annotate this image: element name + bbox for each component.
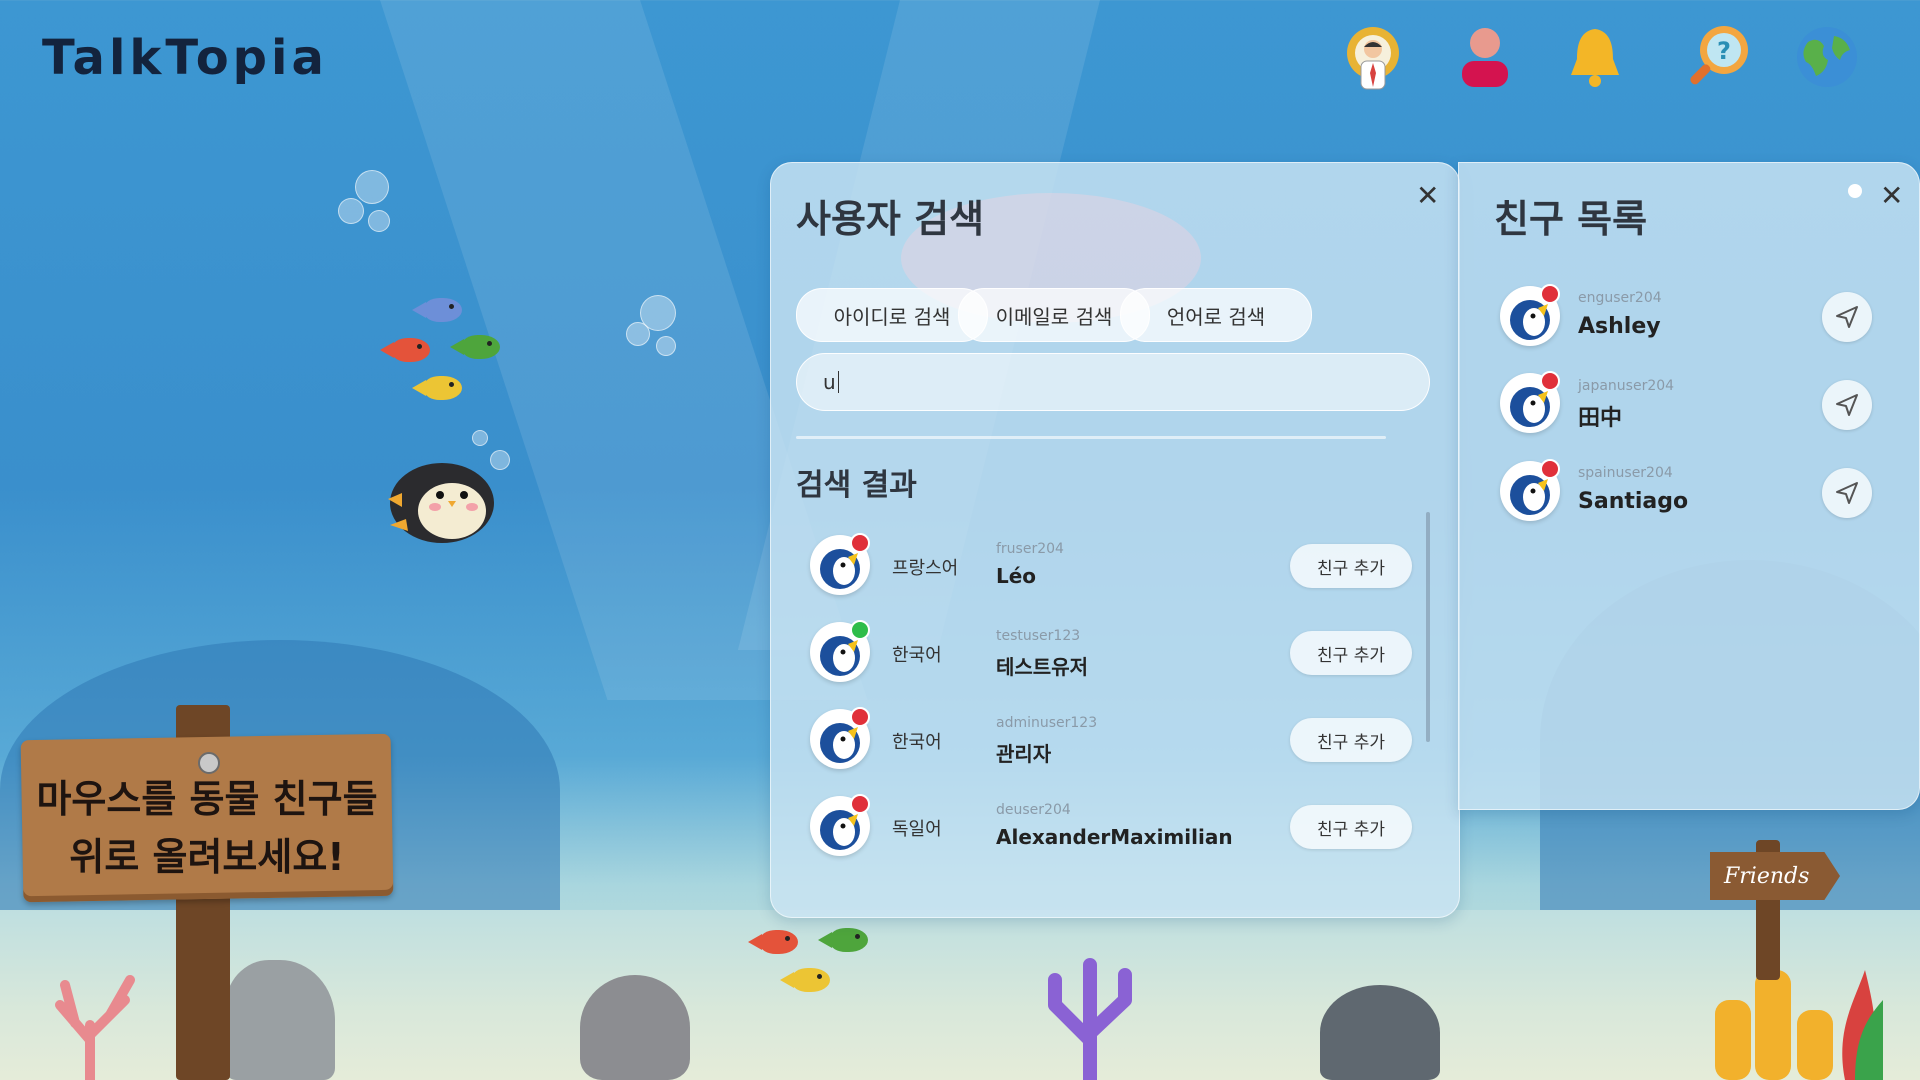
- bubble: [338, 198, 364, 224]
- avatar: [1500, 284, 1560, 346]
- fish-icon[interactable]: [412, 298, 462, 322]
- add-friend-button[interactable]: 친구 추가: [1290, 718, 1412, 762]
- globe-icon[interactable]: [1792, 22, 1862, 92]
- status-dot-offline: [1540, 459, 1560, 479]
- user-id: spainuser204: [1578, 465, 1673, 481]
- app-logo: TalkTopia: [42, 30, 328, 86]
- coral-icon: [55, 975, 135, 1080]
- settings-profile-icon[interactable]: [1338, 22, 1408, 92]
- search-input[interactable]: u: [796, 353, 1430, 411]
- avatar: [810, 620, 870, 682]
- avatar: [810, 707, 870, 769]
- status-dot-online: [850, 620, 870, 640]
- user-id: enguser204: [1578, 290, 1662, 306]
- user-name: 田中: [1578, 406, 1623, 431]
- svg-text:?: ?: [1717, 37, 1731, 65]
- paper-plane-icon: [1836, 306, 1858, 328]
- hint-line-1: 마우스를 동물 친구들: [36, 777, 378, 821]
- send-message-button[interactable]: [1822, 468, 1872, 518]
- fish-icon[interactable]: [380, 338, 430, 362]
- language-label: 독일어: [892, 819, 942, 840]
- status-dot-offline: [1540, 371, 1560, 391]
- user-id: adminuser123: [996, 715, 1098, 731]
- paper-plane-icon: [1836, 394, 1858, 416]
- avatar: [1500, 371, 1560, 433]
- avatar: [810, 533, 870, 595]
- user-name: Léo: [996, 564, 1037, 588]
- status-dot-offline: [850, 707, 870, 727]
- fish-icon[interactable]: [780, 968, 830, 992]
- user-id: japanuser204: [1578, 378, 1675, 394]
- coral-icon: [1715, 970, 1883, 1080]
- friends-sign[interactable]: Friends: [1710, 852, 1840, 900]
- user-name: Santiago: [1578, 489, 1689, 514]
- send-message-button[interactable]: [1822, 380, 1872, 430]
- user-name: AlexanderMaximilian: [996, 825, 1233, 849]
- avatar: [810, 794, 870, 856]
- fish-icon[interactable]: [818, 928, 868, 952]
- status-dot-offline: [850, 794, 870, 814]
- user-icon[interactable]: [1450, 22, 1520, 92]
- bubble: [368, 210, 390, 232]
- bell-icon[interactable]: [1560, 22, 1630, 92]
- add-friend-button[interactable]: 친구 추가: [1290, 544, 1412, 588]
- add-friend-button[interactable]: 친구 추가: [1290, 631, 1412, 675]
- rock: [225, 960, 335, 1080]
- decorative-bubble: [1848, 184, 1862, 198]
- bubble: [472, 430, 488, 446]
- hint-line-2: 위로 올려보세요!: [69, 835, 345, 879]
- avatar: [1500, 459, 1560, 521]
- user-name: Ashley: [1578, 314, 1661, 339]
- user-id: deuser204: [996, 802, 1071, 818]
- user-id: testuser123: [996, 628, 1081, 644]
- hint-sign-text: 마우스를 동물 친구들 위로 올려보세요!: [22, 770, 392, 886]
- close-icon[interactable]: ✕: [1416, 182, 1439, 210]
- divider: [796, 436, 1386, 439]
- fish-icon[interactable]: [450, 335, 500, 359]
- search-input-value: u: [823, 370, 836, 394]
- bubble: [656, 336, 676, 356]
- help-icon[interactable]: ?: [1682, 22, 1752, 92]
- user-id: fruser204: [996, 541, 1064, 557]
- tab-search-by-language[interactable]: 언어로 검색: [1120, 288, 1312, 342]
- friends-panel-title: 친구 목록: [1494, 197, 1648, 241]
- user-name: 테스트유저: [996, 655, 1088, 679]
- send-message-button[interactable]: [1822, 292, 1872, 342]
- language-label: 프랑스어: [892, 558, 959, 579]
- rock: [1320, 985, 1440, 1080]
- language-label: 한국어: [892, 732, 942, 753]
- search-panel-title: 사용자 검색: [796, 197, 985, 241]
- status-dot-offline: [850, 533, 870, 553]
- penguin-icon[interactable]: [380, 455, 500, 551]
- user-name: 관리자: [996, 742, 1052, 766]
- rock: [580, 975, 690, 1080]
- language-label: 한국어: [892, 645, 942, 666]
- bubble: [355, 170, 389, 204]
- paper-plane-icon: [1836, 482, 1858, 504]
- fish-icon[interactable]: [748, 930, 798, 954]
- status-dot-offline: [1540, 284, 1560, 304]
- close-icon[interactable]: ✕: [1880, 182, 1903, 210]
- bubble: [626, 322, 650, 346]
- text-cursor: [837, 371, 839, 393]
- fish-icon[interactable]: [412, 376, 462, 400]
- results-scrollbar[interactable]: [1426, 512, 1430, 742]
- add-friend-button[interactable]: 친구 추가: [1290, 805, 1412, 849]
- results-title: 검색 결과: [796, 468, 917, 503]
- coral-icon: [1048, 958, 1132, 1080]
